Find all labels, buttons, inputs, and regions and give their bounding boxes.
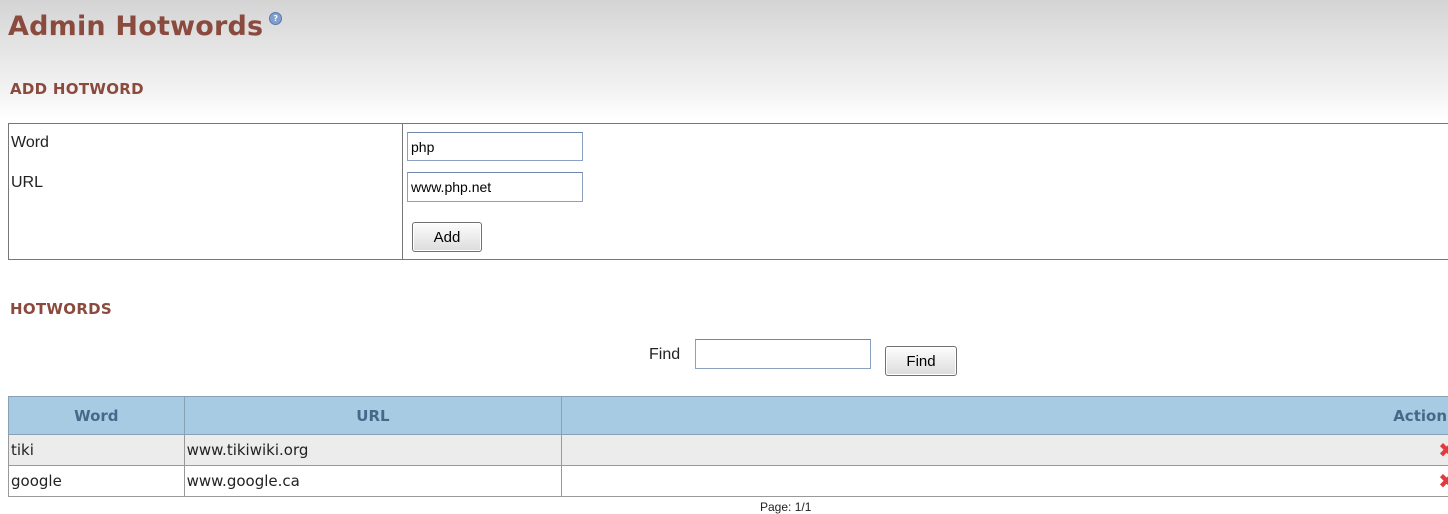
page-title-text: Admin Hotwords bbox=[8, 11, 263, 42]
hotwords-title: HOTWORDS bbox=[10, 300, 112, 318]
find-input[interactable] bbox=[695, 339, 871, 369]
table-header-row: Word URL Action bbox=[9, 397, 1448, 435]
cell-action: ✖ bbox=[562, 435, 1448, 466]
cell-url: www.google.ca bbox=[184, 466, 562, 497]
form-column-divider bbox=[402, 124, 403, 259]
add-button[interactable]: Add bbox=[412, 222, 482, 252]
delete-icon[interactable]: ✖ bbox=[1438, 471, 1448, 491]
delete-icon[interactable]: ✖ bbox=[1438, 440, 1448, 460]
add-hotword-form: Word URL Add bbox=[8, 123, 1448, 260]
table-row: google www.google.ca ✖ bbox=[9, 466, 1448, 497]
column-header-action: Action bbox=[562, 397, 1448, 435]
hotwords-table: Word URL Action tiki www.tikiwiki.org ✖ … bbox=[8, 396, 1448, 497]
column-header-url[interactable]: URL bbox=[184, 397, 562, 435]
cell-word: google bbox=[9, 466, 185, 497]
url-input[interactable] bbox=[407, 172, 583, 202]
add-hotword-title: ADD HOTWORD bbox=[10, 80, 144, 98]
column-header-word[interactable]: Word bbox=[9, 397, 185, 435]
cell-url: www.tikiwiki.org bbox=[184, 435, 562, 466]
table-row: tiki www.tikiwiki.org ✖ bbox=[9, 435, 1448, 466]
url-label: URL bbox=[11, 174, 43, 192]
find-button[interactable]: Find bbox=[885, 346, 957, 376]
word-input[interactable] bbox=[407, 132, 583, 161]
word-label: Word bbox=[11, 134, 49, 152]
help-icon[interactable]: ? bbox=[269, 12, 282, 25]
find-label: Find bbox=[649, 346, 680, 364]
cell-action: ✖ bbox=[562, 466, 1448, 497]
page-title: Admin Hotwords? bbox=[8, 11, 282, 42]
cell-word: tiki bbox=[9, 435, 185, 466]
